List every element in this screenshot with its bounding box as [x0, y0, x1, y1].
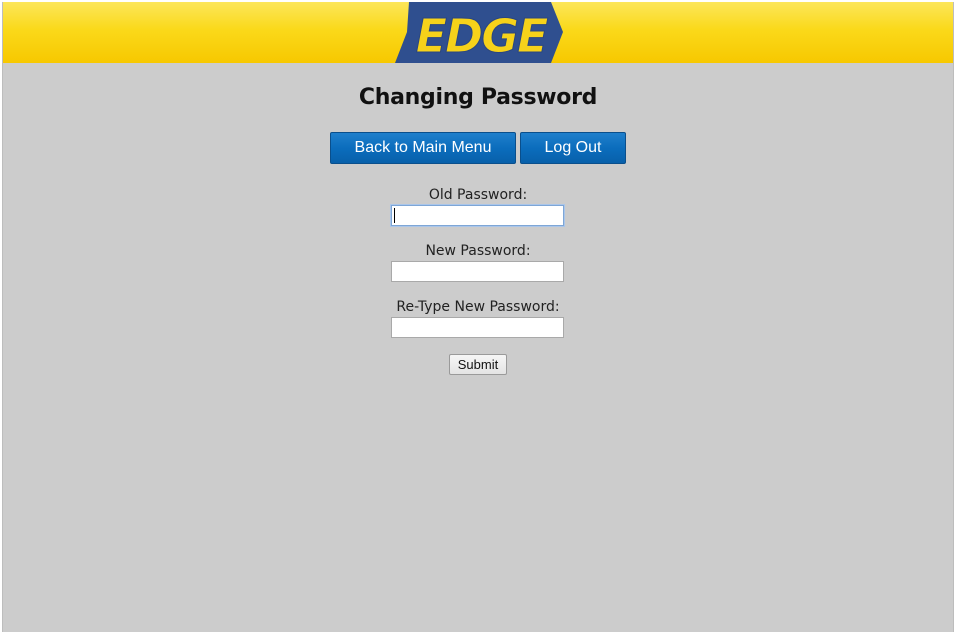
retype-password-label: Re-Type New Password: — [396, 299, 560, 315]
log-out-button[interactable]: Log Out — [520, 132, 626, 164]
header-banner: EDGE — [3, 2, 953, 63]
back-to-main-menu-button[interactable]: Back to Main Menu — [330, 132, 516, 164]
new-password-label: New Password: — [425, 243, 531, 259]
edge-logo-label: EDGE — [416, 9, 548, 63]
old-password-field[interactable] — [391, 205, 564, 226]
retype-password-field[interactable] — [391, 317, 564, 338]
old-password-label: Old Password: — [428, 187, 528, 203]
page: EDGE Changing Password Back to Main Menu… — [2, 2, 954, 632]
edge-logo-text: EDGE — [415, 9, 550, 64]
submit-button[interactable]: Submit — [449, 354, 507, 375]
text-caret — [394, 208, 395, 223]
edge-logo: EDGE — [395, 2, 563, 63]
page-title: Changing Password — [358, 85, 598, 110]
new-password-field[interactable] — [391, 261, 564, 282]
